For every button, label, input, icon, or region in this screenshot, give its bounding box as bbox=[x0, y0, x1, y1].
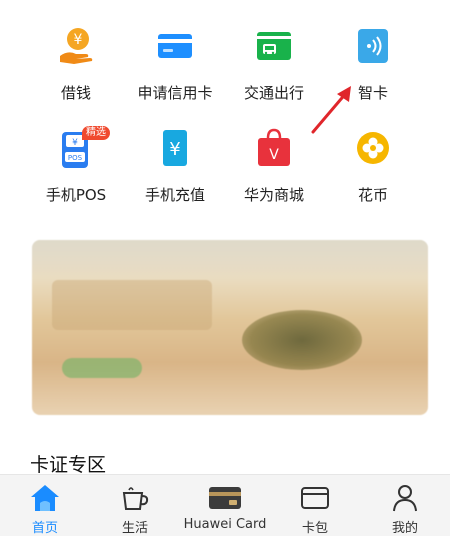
tab-label: 生活 bbox=[121, 521, 148, 536]
credit-card-icon bbox=[155, 26, 195, 70]
bottom-tab-bar: 首页 生活 Huawei Card 卡包 我的 bbox=[0, 474, 450, 536]
svg-text:V: V bbox=[269, 147, 279, 163]
tab-label: Huawei Card bbox=[183, 517, 267, 532]
smart-card-icon bbox=[353, 26, 393, 70]
featured-badge: 精选 bbox=[82, 126, 110, 140]
person-icon bbox=[389, 483, 421, 517]
tab-label: 我的 bbox=[391, 521, 418, 536]
home-icon bbox=[29, 483, 61, 517]
service-label: 华为商城 bbox=[243, 186, 304, 204]
tab-me[interactable]: 我的 bbox=[360, 475, 450, 536]
svg-text:¥: ¥ bbox=[72, 138, 78, 148]
tab-wallet[interactable]: 卡包 bbox=[270, 475, 360, 536]
service-label: 申请信用卡 bbox=[137, 84, 213, 102]
service-apply-credit-card[interactable]: 申请信用卡 bbox=[119, 26, 231, 106]
svg-text:¥: ¥ bbox=[74, 32, 83, 48]
service-mobile-pos[interactable]: ¥ POS 精选 手机POS bbox=[20, 126, 132, 206]
tab-label: 首页 bbox=[31, 521, 58, 536]
service-label: 借钱 bbox=[60, 84, 91, 102]
service-label: 手机充值 bbox=[144, 186, 205, 204]
section-title: 卡证专区 bbox=[30, 454, 107, 476]
card-icon bbox=[207, 483, 243, 517]
shopping-bag-icon: V bbox=[254, 126, 294, 174]
svg-text:POS: POS bbox=[68, 154, 83, 162]
loan-hand-icon: ¥ bbox=[56, 26, 96, 70]
annotation-arrow bbox=[311, 86, 351, 134]
service-label: 手机POS bbox=[45, 186, 107, 204]
tab-home[interactable]: 首页 bbox=[0, 475, 90, 536]
service-label: 花币 bbox=[357, 186, 388, 204]
svg-text:¥: ¥ bbox=[169, 139, 180, 160]
promo-banner[interactable] bbox=[32, 240, 428, 415]
service-loan[interactable]: ¥ 借钱 bbox=[20, 26, 132, 106]
tab-huawei-card[interactable]: Huawei Card bbox=[180, 475, 270, 536]
tab-life[interactable]: 生活 bbox=[90, 475, 180, 536]
tab-label: 卡包 bbox=[301, 521, 328, 536]
bus-card-icon bbox=[254, 26, 294, 70]
wallet-card-icon bbox=[299, 483, 331, 517]
recharge-icon: ¥ bbox=[155, 126, 195, 174]
service-mobile-recharge[interactable]: ¥ 手机充值 bbox=[119, 126, 231, 206]
coffee-cup-icon bbox=[119, 483, 151, 517]
